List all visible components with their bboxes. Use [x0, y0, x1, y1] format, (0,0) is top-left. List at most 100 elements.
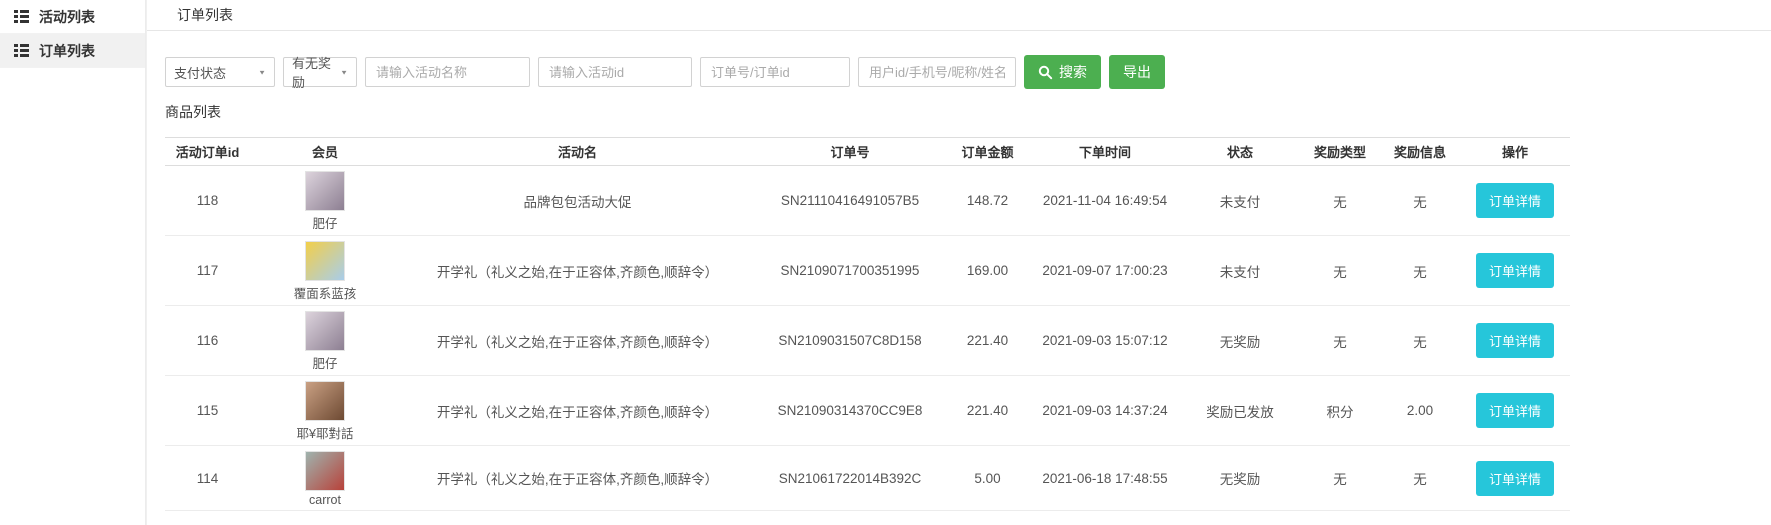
list-icon	[14, 10, 29, 23]
member-avatar	[305, 381, 345, 421]
app-root: 活动列表 订单列表 订单列表 支付状态 ▼	[0, 0, 1771, 525]
reward-type-cell: 无	[1300, 306, 1380, 376]
member-name: 肥仔	[312, 213, 337, 232]
pay-status-select[interactable]: 支付状态 ▼	[165, 57, 275, 87]
main-panel: 订单列表 支付状态 ▼ 有无奖励 ▼	[146, 0, 1771, 525]
member-name: carrot	[309, 493, 341, 507]
tab-bar: 订单列表	[147, 0, 1771, 31]
export-button[interactable]: 导出	[1109, 55, 1165, 89]
order-table: 活动订单id 会员 活动名 订单号 订单金额 下单时间 状态 奖励类型 奖励信息…	[165, 137, 1570, 511]
member-cell: 肥仔	[250, 166, 400, 235]
member-name: 肥仔	[312, 353, 337, 372]
status-cell: 未支付	[1180, 236, 1300, 306]
table-row: 117 覆面系蓝孩 开学礼（礼义之始,在于正容体,齐颜色,顺辞令） SN2109…	[165, 236, 1570, 306]
member-avatar	[305, 241, 345, 281]
reward-select-value: 有无奖励	[292, 53, 340, 91]
activity-name-cell: 品牌包包活动大促	[400, 166, 755, 236]
order-no-cell: SN2109071700351995	[755, 236, 945, 306]
reward-info-cell: 无	[1380, 446, 1460, 511]
reward-type-cell: 无	[1300, 446, 1380, 511]
order-id-cell: 117	[165, 236, 250, 306]
order-table-body: 118 肥仔 品牌包包活动大促 SN21110416491057B5 148.7…	[165, 166, 1570, 511]
table-row: 116 肥仔 开学礼（礼义之始,在于正容体,齐颜色,顺辞令） SN2109031…	[165, 306, 1570, 376]
amount-cell: 5.00	[945, 446, 1030, 511]
col-header-time: 下单时间	[1030, 138, 1180, 166]
table-row: 118 肥仔 品牌包包活动大促 SN21110416491057B5 148.7…	[165, 166, 1570, 236]
sidebar-item-label: 活动列表	[39, 7, 95, 27]
activity-name-cell: 开学礼（礼义之始,在于正容体,齐颜色,顺辞令）	[400, 446, 755, 511]
col-header-operation: 操作	[1460, 138, 1570, 166]
status-cell: 奖励已发放	[1180, 376, 1300, 446]
order-id-cell: 116	[165, 306, 250, 376]
status-cell: 无奖励	[1180, 306, 1300, 376]
sidebar: 活动列表 订单列表	[0, 0, 146, 525]
col-header-reward-info: 奖励信息	[1380, 138, 1460, 166]
time-cell: 2021-11-04 16:49:54	[1030, 166, 1180, 236]
reward-info-cell: 无	[1380, 306, 1460, 376]
tab-order-list[interactable]: 订单列表	[177, 5, 233, 25]
status-cell: 未支付	[1180, 166, 1300, 236]
col-header-activity: 活动名	[400, 138, 755, 166]
reward-info-cell: 无	[1380, 236, 1460, 306]
order-no-cell: SN21110416491057B5	[755, 166, 945, 236]
order-detail-button[interactable]: 订单详情	[1476, 461, 1554, 496]
chevron-down-icon: ▼	[340, 68, 348, 75]
col-header-order-no: 订单号	[755, 138, 945, 166]
col-header-member: 会员	[250, 138, 400, 166]
order-no-cell: SN2109031507C8D158	[755, 306, 945, 376]
content-area: 支付状态 ▼ 有无奖励 ▼	[147, 31, 1771, 511]
sidebar-item-label: 订单列表	[39, 41, 95, 61]
search-button[interactable]: 搜索	[1024, 55, 1101, 89]
member-cell: 耶¥耶對話	[250, 376, 400, 445]
export-button-label: 导出	[1123, 62, 1151, 82]
amount-cell: 169.00	[945, 236, 1030, 306]
order-detail-button[interactable]: 订单详情	[1476, 323, 1554, 358]
reward-select[interactable]: 有无奖励 ▼	[283, 57, 357, 87]
pay-status-select-value: 支付状态	[174, 63, 226, 82]
reward-type-cell: 无	[1300, 166, 1380, 236]
order-no-input[interactable]	[700, 57, 850, 87]
order-detail-button[interactable]: 订单详情	[1476, 183, 1554, 218]
member-avatar	[305, 451, 345, 491]
amount-cell: 221.40	[945, 306, 1030, 376]
order-detail-button[interactable]: 订单详情	[1476, 393, 1554, 428]
col-header-amount: 订单金额	[945, 138, 1030, 166]
table-header-row: 活动订单id 会员 活动名 订单号 订单金额 下单时间 状态 奖励类型 奖励信息…	[165, 138, 1570, 166]
member-avatar	[305, 171, 345, 211]
col-header-reward-type: 奖励类型	[1300, 138, 1380, 166]
section-label-goods: 商品列表	[165, 102, 1771, 122]
member-avatar	[305, 311, 345, 351]
order-no-cell: SN21061722014B392C	[755, 446, 945, 511]
reward-type-cell: 积分	[1300, 376, 1380, 446]
col-header-order-id: 活动订单id	[165, 138, 250, 166]
status-cell: 无奖励	[1180, 446, 1300, 511]
member-name: 覆面系蓝孩	[294, 283, 357, 302]
sidebar-item-order-list[interactable]: 订单列表	[0, 34, 145, 68]
table-row: 115 耶¥耶對話 开学礼（礼义之始,在于正容体,齐颜色,顺辞令） SN2109…	[165, 376, 1570, 446]
activity-name-cell: 开学礼（礼义之始,在于正容体,齐颜色,顺辞令）	[400, 306, 755, 376]
activity-name-input[interactable]	[365, 57, 530, 87]
order-detail-button[interactable]: 订单详情	[1476, 253, 1554, 288]
order-id-cell: 118	[165, 166, 250, 236]
order-no-cell: SN21090314370CC9E8	[755, 376, 945, 446]
activity-name-cell: 开学礼（礼义之始,在于正容体,齐颜色,顺辞令）	[400, 236, 755, 306]
time-cell: 2021-09-03 15:07:12	[1030, 306, 1180, 376]
time-cell: 2021-06-18 17:48:55	[1030, 446, 1180, 511]
sidebar-item-activity-list[interactable]: 活动列表	[0, 0, 145, 34]
user-input[interactable]	[858, 57, 1016, 87]
search-button-label: 搜索	[1059, 62, 1087, 82]
chevron-down-icon: ▼	[258, 68, 266, 75]
activity-id-input[interactable]	[538, 57, 692, 87]
filter-bar: 支付状态 ▼ 有无奖励 ▼	[165, 55, 1771, 89]
time-cell: 2021-09-07 17:00:23	[1030, 236, 1180, 306]
reward-info-cell: 2.00	[1380, 376, 1460, 446]
amount-cell: 148.72	[945, 166, 1030, 236]
time-cell: 2021-09-03 14:37:24	[1030, 376, 1180, 446]
member-cell: 覆面系蓝孩	[250, 236, 400, 305]
table-row: 114 carrot 开学礼（礼义之始,在于正容体,齐颜色,顺辞令） SN210…	[165, 446, 1570, 511]
member-cell: 肥仔	[250, 306, 400, 375]
amount-cell: 221.40	[945, 376, 1030, 446]
search-icon	[1038, 65, 1053, 80]
col-header-status: 状态	[1180, 138, 1300, 166]
activity-name-cell: 开学礼（礼义之始,在于正容体,齐颜色,顺辞令）	[400, 376, 755, 446]
